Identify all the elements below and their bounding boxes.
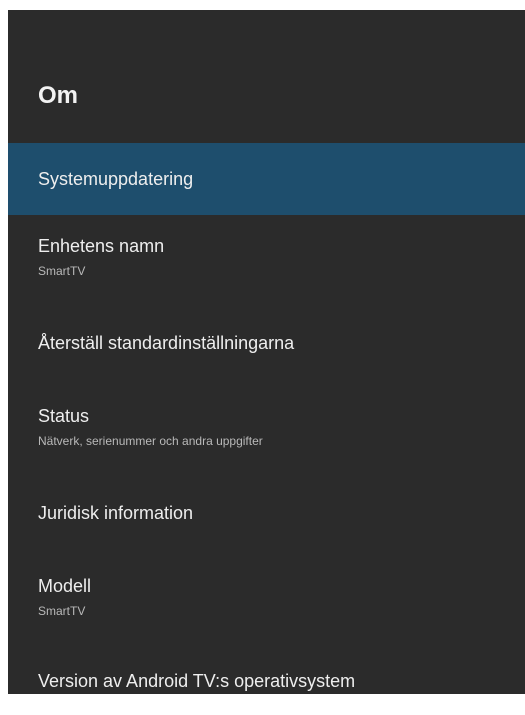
menu-item-subtitle: SmartTV bbox=[38, 264, 86, 278]
menu-item-label: Modell bbox=[38, 576, 92, 596]
menu-item-subtitle: SmartTV bbox=[38, 604, 86, 618]
menu-item-label: Enhetens namn bbox=[38, 236, 165, 256]
page-title: Om bbox=[38, 82, 79, 109]
menu-item-label: Status bbox=[38, 406, 90, 426]
menu-item-label: Systemuppdatering bbox=[38, 169, 194, 189]
menu-item-label: Version av Android TV:s operativsystem bbox=[38, 671, 356, 691]
settings-panel: Om Systemuppdatering Enhetens namn Smart… bbox=[8, 10, 525, 694]
menu-item-legal-info[interactable]: Juridisk information bbox=[8, 470, 525, 555]
menu-item-status[interactable]: Status Nätverk, serienummer och andra up… bbox=[8, 385, 525, 470]
menu-item-model[interactable]: Modell SmartTV bbox=[8, 555, 525, 640]
menu-item-factory-reset[interactable]: Återställ standardinställningarna bbox=[8, 300, 525, 385]
menu-item-label: Juridisk information bbox=[38, 503, 194, 523]
menu-item-system-update[interactable]: Systemuppdatering bbox=[8, 143, 525, 215]
menu-item-android-tv-version[interactable]: Version av Android TV:s operativsystem 1… bbox=[8, 640, 525, 694]
menu-item-device-name[interactable]: Enhetens namn SmartTV bbox=[8, 215, 525, 300]
settings-menu: Systemuppdatering Enhetens namn SmartTV … bbox=[8, 143, 525, 694]
menu-item-label: Återställ standardinställningarna bbox=[38, 333, 295, 353]
menu-item-subtitle: Nätverk, serienummer och andra uppgifter bbox=[38, 434, 263, 448]
